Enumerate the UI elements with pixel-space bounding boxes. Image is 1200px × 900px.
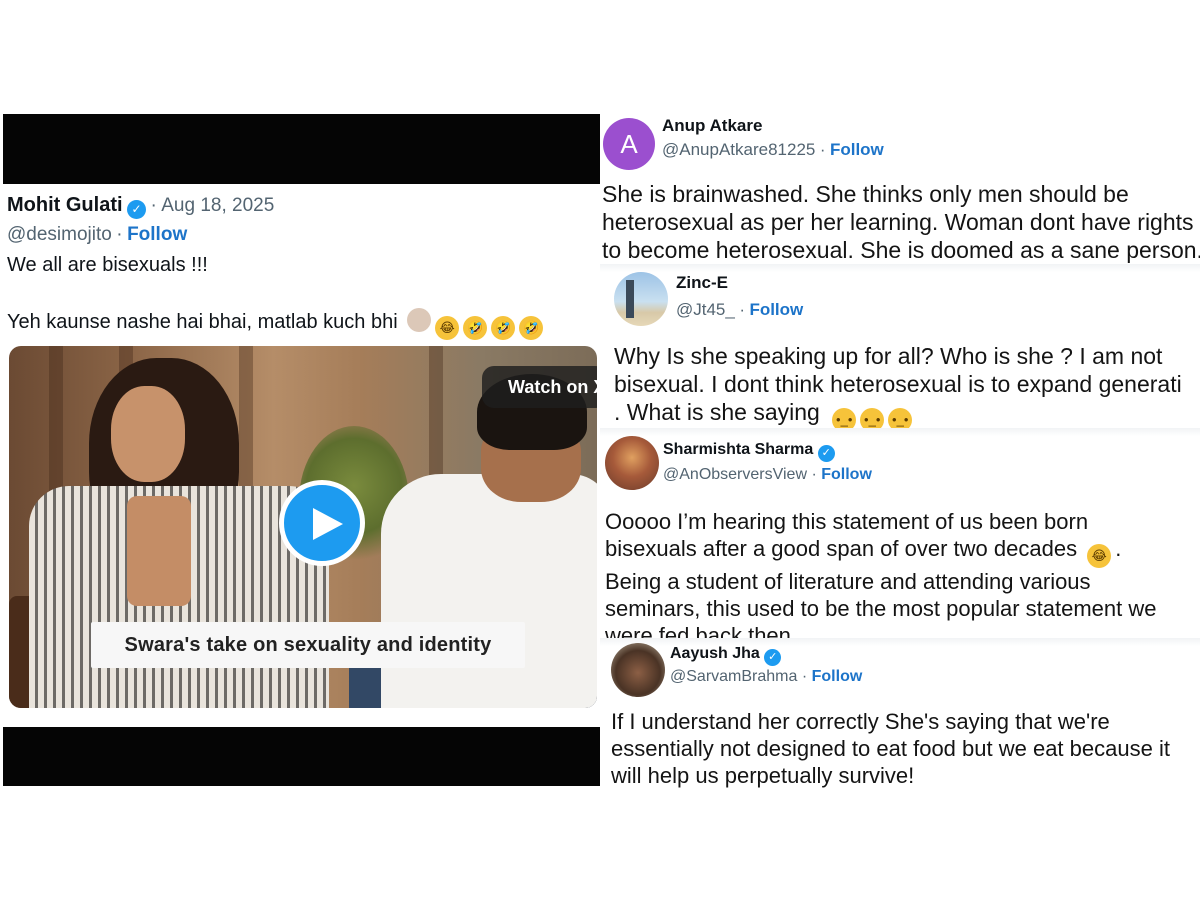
rofl-emoji-icon: 🤣: [463, 316, 488, 340]
reply-text-line: She is brainwashed. She thinks only men …: [602, 181, 1129, 207]
play-icon: [313, 508, 343, 540]
reply-text-line-row: . What is she saying •_• •_• •_•: [614, 398, 1200, 432]
reply-text: Why Is she speaking up for all? Who is s…: [614, 342, 1200, 432]
reply-text-line: heterosexual as per her learning. Woman …: [602, 209, 1194, 235]
tweet-date[interactable]: Aug 18, 2025: [161, 195, 274, 216]
reply-text-line-row: bisexuals after a good span of over two …: [605, 535, 1157, 568]
reply-text-line: . What is she saying: [614, 399, 820, 425]
tweet-text-line-1: We all are bisexuals !!!: [7, 254, 208, 276]
author-name[interactable]: Mohit Gulati: [7, 194, 123, 216]
tears-of-joy-emoji-icon: 😂: [435, 316, 460, 340]
follow-button[interactable]: Follow: [821, 466, 872, 483]
reply-text: Ooooo I’m hearing this statement of us b…: [605, 508, 1157, 649]
verified-badge-icon: ✓: [127, 200, 146, 219]
reply-text-line: bisexuals after a good span of over two …: [605, 536, 1078, 561]
tears-of-joy-emoji-icon: 😂: [1087, 544, 1112, 568]
separator-dot: ·: [116, 224, 123, 245]
separator-dot: ·: [819, 140, 826, 159]
follow-button[interactable]: Follow: [812, 668, 863, 685]
left-tweet-handle-row: @desimojito · Follow: [7, 224, 187, 246]
avatar[interactable]: [614, 272, 668, 326]
follow-button[interactable]: Follow: [830, 140, 884, 159]
avatar[interactable]: A: [603, 118, 655, 170]
rofl-emoji-icon: 🤣: [491, 316, 516, 340]
separator-dot: ·: [801, 668, 808, 685]
reply-author-name[interactable]: Anup Atkare: [662, 116, 762, 136]
reply-author-name[interactable]: Aayush Jha: [670, 645, 760, 662]
divider: [600, 428, 1200, 436]
reply-handle[interactable]: @Jt45_: [676, 300, 735, 319]
reply-handle[interactable]: @AnupAtkare81225: [662, 140, 815, 159]
reply-text-line: If I understand her correctly She's sayi…: [611, 709, 1110, 734]
reply-text-line: essentially not designed to eat food but…: [611, 736, 1170, 761]
reply-handle[interactable]: @AnObserversView: [663, 466, 807, 483]
reply-name-row: Aayush Jha ✓: [670, 645, 782, 666]
separator-dot: ·: [739, 300, 745, 319]
reply-text-line: Ooooo I’m hearing this statement of us b…: [605, 509, 1089, 534]
woman-face: [111, 386, 185, 482]
avatar[interactable]: [605, 436, 659, 490]
reply-text: If I understand her correctly She's sayi…: [611, 708, 1170, 789]
left-letterbox-top: [3, 114, 600, 184]
tweet-text-line-2-row: Yeh kaunse nashe hai bhai, matlab kuch b…: [7, 308, 547, 340]
reply-author-name[interactable]: Sharmishta Sharma: [663, 441, 813, 458]
reply-name-row: Sharmishta Sharma ✓: [663, 441, 835, 462]
reply-text-line: Being a student of literature and attend…: [605, 569, 1091, 594]
separator-dot: ·: [811, 466, 817, 483]
facepalm-emoji-icon: [407, 308, 432, 332]
play-button[interactable]: [279, 480, 365, 566]
emoji-row: 😂 🤣 🤣 🤣: [407, 308, 547, 340]
man-white-shirt: [381, 474, 597, 708]
divider: [600, 264, 1200, 272]
verified-badge-icon: ✓: [817, 445, 835, 462]
reply-text-line: to become heterosexual. She is doomed as…: [602, 237, 1200, 263]
reply-handle-row: @Jt45_ · Follow: [676, 300, 803, 320]
watch-on-x-button[interactable]: Watch on X: [482, 366, 597, 408]
reply-text-line: Why Is she speaking up for all? Who is s…: [614, 343, 1163, 369]
reply-handle-row: @AnObserversView · Follow: [663, 466, 872, 484]
reply-handle-row: @AnupAtkare81225 · Follow: [662, 140, 884, 160]
tweet-text-line-2: Yeh kaunse nashe hai bhai, matlab kuch b…: [7, 311, 398, 333]
left-tweet-header: Mohit Gulati ✓ · Aug 18, 2025: [7, 194, 274, 219]
left-letterbox-bottom: [3, 727, 600, 786]
video-player[interactable]: Watch on X Swara's take on sexuality and…: [9, 346, 597, 708]
reply-text-line: bisexual. I dont think heterosexual is t…: [614, 371, 1182, 397]
reply-handle[interactable]: @SarvamBrahma: [670, 668, 797, 685]
verified-badge-icon: ✓: [764, 649, 782, 666]
follow-button[interactable]: Follow: [127, 224, 187, 245]
reply-text-line: will help us perpetually survive!: [611, 763, 915, 788]
follow-button[interactable]: Follow: [749, 300, 803, 319]
separator-dot: ·: [150, 195, 157, 216]
video-caption: Swara's take on sexuality and identity: [91, 622, 525, 668]
avatar[interactable]: [611, 643, 665, 697]
woman-top: [127, 496, 191, 606]
reply-text-line: seminars, this used to be the most popul…: [605, 596, 1157, 621]
avatar-figure: [626, 280, 634, 318]
reply-text: She is brainwashed. She thinks only men …: [602, 180, 1200, 264]
reply-author-name[interactable]: Zinc-E: [676, 273, 728, 293]
reply-handle-row: @SarvamBrahma · Follow: [670, 668, 862, 686]
rofl-emoji-icon: 🤣: [519, 316, 544, 340]
author-handle[interactable]: @desimojito: [7, 224, 112, 245]
